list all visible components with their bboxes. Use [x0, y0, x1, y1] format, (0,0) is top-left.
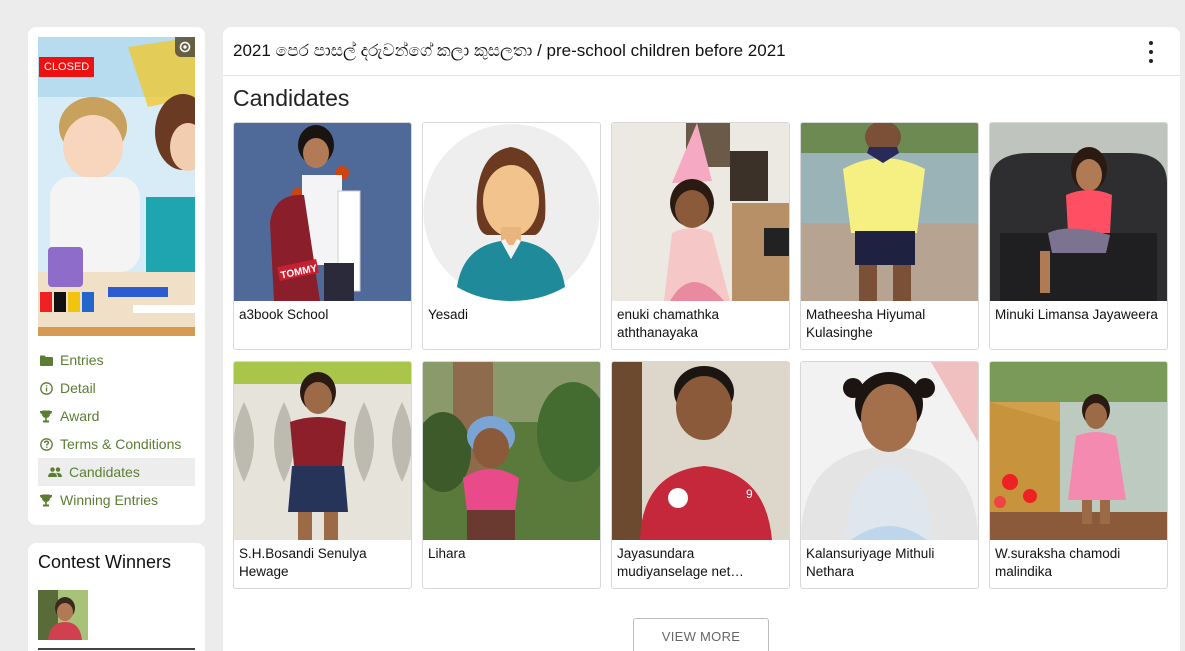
sidebar-item-label: Detail: [60, 380, 96, 396]
contest-sidebar: CLOSED Entries Detail Award Terms & Cond…: [28, 27, 205, 525]
contest-cover-image[interactable]: CLOSED: [38, 37, 195, 336]
trophy-icon: [39, 493, 53, 507]
contest-main-panel: 2021 පෙර පාසල් දරුවන්ගේ කලා කුසලතා / pre…: [223, 27, 1180, 651]
sidebar-item-label: Entries: [60, 352, 104, 368]
candidate-name: S.H.Bosandi Senulya Hewage: [239, 546, 367, 579]
sidebar-item-detail[interactable]: Detail: [38, 374, 195, 402]
candidate-card[interactable]: W.suraksha chamodi malindika: [989, 361, 1168, 589]
page-title: 2021 පෙර පාසල් දරුවන්ගේ කලා කුසලතා / pre…: [233, 41, 786, 60]
sidebar-item-terms[interactable]: Terms & Conditions: [38, 430, 195, 458]
sidebar-item-label: Award: [60, 408, 100, 424]
cover-illustration: [38, 37, 195, 336]
candidate-name: Yesadi: [428, 307, 469, 322]
contest-winners-card: Contest Winners: [28, 543, 205, 651]
folder-icon: [39, 353, 53, 367]
candidate-name: Jayasundara mudiyanselage net…: [617, 546, 744, 579]
contest-winners-title: Contest Winners: [38, 552, 172, 572]
view-more-button[interactable]: VIEW MORE: [633, 618, 769, 651]
trophy-icon: [39, 409, 53, 423]
candidates-grid: TOMMY a3book School Yesadi enuki chamath…: [233, 122, 1170, 589]
candidate-card[interactable]: enuki chamathka aththanayaka: [611, 122, 790, 350]
status-badge: CLOSED: [39, 57, 95, 77]
people-icon: [48, 465, 62, 479]
sidebar-item-entries[interactable]: Entries: [38, 346, 195, 374]
candidate-photo: [990, 123, 1167, 301]
candidate-card[interactable]: Matheesha Hiyumal Kulasinghe: [800, 122, 979, 350]
divider: [38, 648, 195, 650]
svg-text:9: 9: [746, 487, 753, 501]
candidate-photo: [801, 123, 978, 301]
help-icon: [39, 437, 53, 451]
candidate-card[interactable]: Kalansuriyage Mithuli Nethara: [800, 361, 979, 589]
candidate-name: Lihara: [428, 546, 466, 561]
candidate-photo: 9: [612, 362, 789, 540]
candidate-photo: [801, 362, 978, 540]
candidate-name: Matheesha Hiyumal Kulasinghe: [806, 307, 926, 340]
sidebar-item-candidates[interactable]: Candidates: [38, 458, 195, 486]
info-icon: [39, 381, 53, 395]
candidate-card[interactable]: Lihara: [422, 361, 601, 589]
sidebar-item-label: Winning Entries: [60, 492, 159, 508]
candidate-card[interactable]: TOMMY a3book School: [233, 122, 412, 350]
candidate-photo: [990, 362, 1167, 540]
candidate-card[interactable]: Yesadi: [422, 122, 601, 350]
sidebar-item-award[interactable]: Award: [38, 402, 195, 430]
sidebar-item-label: Candidates: [69, 464, 140, 480]
candidate-card[interactable]: S.H.Bosandi Senulya Hewage: [233, 361, 412, 589]
contest-menu: Entries Detail Award Terms & Conditions …: [38, 346, 195, 514]
winner-thumbnail[interactable]: [38, 590, 88, 640]
candidate-photo: [423, 362, 600, 540]
candidate-photo: [234, 362, 411, 540]
candidate-card[interactable]: 9 Jayasundara mudiyanselage net…: [611, 361, 790, 589]
default-avatar-icon: [423, 123, 600, 301]
more-options-icon[interactable]: [1142, 41, 1160, 63]
section-title: Candidates: [233, 85, 350, 111]
sidebar-item-winning-entries[interactable]: Winning Entries: [38, 486, 195, 514]
contest-header: 2021 පෙර පාසල් දරුවන්ගේ කලා කුසලතා / pre…: [223, 27, 1180, 76]
candidate-name: W.suraksha chamodi malindika: [995, 546, 1121, 579]
candidate-name: Minuki Limansa Jayaweera: [995, 307, 1158, 322]
candidate-card[interactable]: Minuki Limansa Jayaweera: [989, 122, 1168, 350]
sidebar-item-label: Terms & Conditions: [60, 436, 182, 452]
candidate-name: Kalansuriyage Mithuli Nethara: [806, 546, 935, 579]
preview-icon[interactable]: [175, 37, 195, 57]
candidate-photo: [612, 123, 789, 301]
candidate-name: enuki chamathka aththanayaka: [617, 307, 720, 340]
candidate-name: a3book School: [239, 307, 329, 322]
candidate-photo: TOMMY: [234, 123, 411, 301]
